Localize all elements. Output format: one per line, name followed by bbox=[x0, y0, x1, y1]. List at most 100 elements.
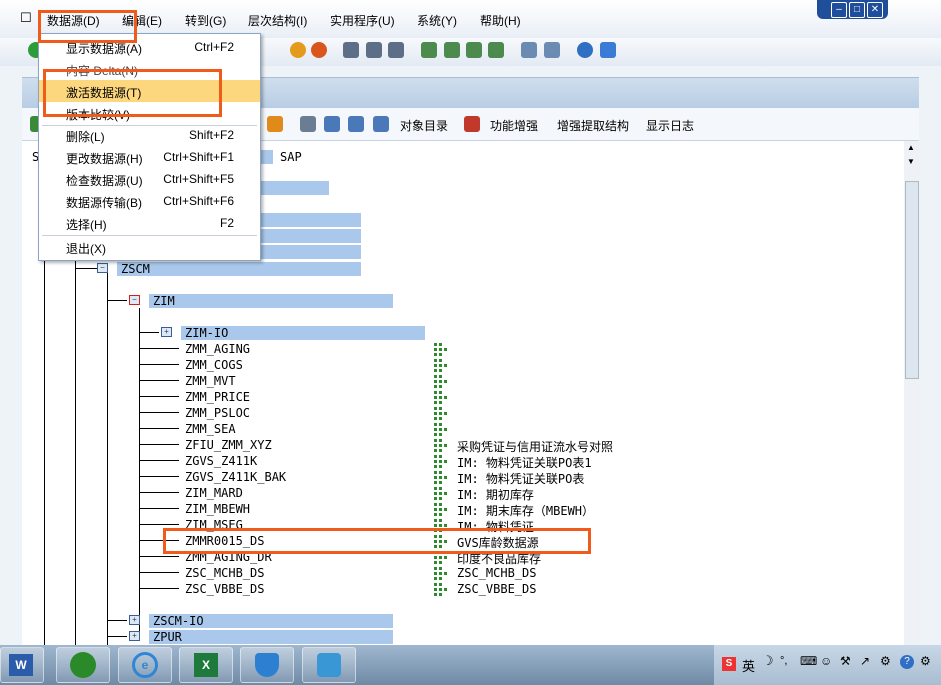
tree-node-zscm-io[interactable]: ZSCM-IO bbox=[153, 614, 204, 628]
sogou-icon[interactable]: S bbox=[722, 657, 736, 671]
tree-line bbox=[139, 308, 140, 636]
tree-leaf-name[interactable]: ZMM_PSLOC bbox=[185, 406, 250, 420]
tree-line bbox=[75, 246, 76, 646]
folder-closed-icon[interactable]: + bbox=[129, 631, 140, 641]
user-icon[interactable]: ☺ bbox=[820, 654, 832, 668]
tree-leaf-name[interactable]: ZMM_MVT bbox=[185, 374, 236, 388]
scroll-thumb[interactable] bbox=[905, 181, 919, 379]
prev-page-icon[interactable] bbox=[444, 42, 460, 58]
folder-closed-icon[interactable]: + bbox=[161, 327, 172, 337]
object-directory-button[interactable]: 对象目录 bbox=[400, 117, 448, 134]
shortcut-icon[interactable] bbox=[544, 42, 560, 58]
function-enhancement-button[interactable]: 功能增强 bbox=[490, 117, 538, 134]
security-shield-icon[interactable] bbox=[240, 647, 294, 683]
tree-leaf-name[interactable]: ZGVS_Z411K bbox=[185, 454, 257, 468]
new-session-icon[interactable] bbox=[521, 42, 537, 58]
tree-line bbox=[139, 396, 179, 397]
expand-icon[interactable] bbox=[267, 116, 283, 132]
first-page-icon[interactable] bbox=[421, 42, 437, 58]
tree-line bbox=[139, 348, 179, 349]
menu-item-transport-datasource[interactable]: 数据源传输(B) Ctrl+Shift+F6 bbox=[39, 190, 260, 212]
internet-explorer-icon[interactable]: e bbox=[118, 647, 172, 683]
tree-line bbox=[44, 246, 45, 646]
display-log-button[interactable]: 显示日志 bbox=[646, 117, 694, 134]
tree-node-zim[interactable]: ZIM bbox=[153, 294, 175, 308]
share-icon[interactable]: ↗ bbox=[860, 654, 870, 668]
tree-line bbox=[139, 364, 179, 365]
close-icon[interactable]: ✕ bbox=[867, 2, 883, 18]
datasource-status-icon bbox=[434, 407, 447, 420]
find-icon[interactable] bbox=[366, 42, 382, 58]
display-icon[interactable] bbox=[348, 116, 364, 132]
tree-leaf-name[interactable]: ZSC_VBBE_DS bbox=[185, 582, 264, 596]
word-icon[interactable]: W bbox=[0, 647, 44, 683]
enhancement-icon[interactable] bbox=[464, 116, 480, 132]
find-next-icon[interactable] bbox=[388, 42, 404, 58]
evernote-icon[interactable] bbox=[56, 647, 110, 683]
menu-system[interactable]: 系统(Y) bbox=[417, 12, 457, 29]
tree-leaf-name[interactable]: ZSC_MCHB_DS bbox=[185, 566, 264, 580]
maximize-icon[interactable]: □ bbox=[849, 2, 865, 18]
window-controls: – □ ✕ bbox=[817, 0, 888, 19]
tree-line bbox=[75, 268, 97, 269]
tree-line bbox=[139, 508, 179, 509]
menu-item-select[interactable]: 选择(H) F2 bbox=[39, 212, 260, 234]
enhance-extract-structure-button[interactable]: 增强提取结构 bbox=[557, 117, 629, 134]
settings-gear-icon[interactable]: ⚙ bbox=[880, 654, 891, 668]
tree-leaf-name[interactable]: ZIM_MARD bbox=[185, 486, 243, 500]
scroll-down-icon[interactable]: ▼ bbox=[907, 157, 915, 166]
transport-icon[interactable] bbox=[373, 116, 389, 132]
tree-line bbox=[139, 556, 179, 557]
scroll-up-icon[interactable]: ▲ bbox=[907, 143, 915, 152]
menu-item-exit[interactable]: 退出(X) bbox=[39, 236, 260, 258]
tree-leaf-name[interactable]: ZMM_COGS bbox=[185, 358, 243, 372]
help-icon[interactable] bbox=[577, 42, 593, 58]
next-page-icon[interactable] bbox=[466, 42, 482, 58]
edit-icon[interactable] bbox=[324, 116, 340, 132]
tree-leaf-name[interactable]: ZMM_SEA bbox=[185, 422, 236, 436]
tree-line bbox=[139, 476, 179, 477]
tree-leaf-name[interactable]: ZMM_AGING bbox=[185, 342, 250, 356]
settings-icon[interactable] bbox=[300, 116, 316, 132]
punctuation-icon[interactable]: °, bbox=[780, 655, 787, 667]
folder-closed-icon[interactable]: + bbox=[129, 615, 140, 625]
back-icon[interactable] bbox=[290, 42, 306, 58]
tree-root-label[interactable]: SAP bbox=[280, 150, 302, 164]
sap-logon-icon[interactable] bbox=[302, 647, 356, 683]
print-icon[interactable] bbox=[343, 42, 359, 58]
tree-leaf-name[interactable]: ZGVS_Z411K_BAK bbox=[185, 470, 286, 484]
menu-utilities[interactable]: 实用程序(U) bbox=[330, 12, 395, 29]
options-icon[interactable]: ⚙ bbox=[920, 654, 931, 668]
vertical-scrollbar[interactable]: ▲ ▼ bbox=[904, 141, 919, 646]
last-page-icon[interactable] bbox=[488, 42, 504, 58]
tree-node-zpur[interactable]: ZPUR bbox=[153, 630, 182, 644]
system-menu-icon[interactable]: ☐ bbox=[20, 10, 32, 26]
help-icon[interactable]: ? bbox=[900, 655, 914, 669]
datasource-dropdown-menu: 显示数据源(A) Ctrl+F2 内容 Delta(N) 激活数据源(T) 版本… bbox=[38, 33, 261, 261]
tree-node-zscm[interactable]: ZSCM bbox=[121, 262, 150, 276]
moon-icon[interactable]: ☽ bbox=[762, 653, 774, 669]
excel-icon[interactable]: X bbox=[179, 647, 233, 683]
zpur-highlight bbox=[149, 630, 393, 644]
tree-node-highlight bbox=[256, 229, 361, 243]
folder-open-icon[interactable]: − bbox=[129, 295, 140, 305]
keyboard-icon[interactable]: ⌨ bbox=[800, 654, 817, 668]
menu-item-check-datasource[interactable]: 检查数据源(U) Ctrl+Shift+F5 bbox=[39, 168, 260, 190]
cancel-icon[interactable] bbox=[311, 42, 327, 58]
tree-leaf-name[interactable]: ZFIU_ZMM_XYZ bbox=[185, 438, 272, 452]
ime-language-label[interactable]: 英 bbox=[742, 656, 755, 675]
wrench-icon[interactable]: ⚒ bbox=[840, 654, 851, 668]
folder-open-icon[interactable]: − bbox=[97, 263, 108, 273]
datasource-status-icon bbox=[434, 455, 447, 468]
minimize-icon[interactable]: – bbox=[831, 2, 847, 18]
tree-leaf-name[interactable]: ZIM_MBEWH bbox=[185, 502, 250, 516]
tree-leaf-name[interactable]: ZMM_PRICE bbox=[185, 390, 250, 404]
menu-item-delete[interactable]: 删除(L) Shift+F2 bbox=[39, 124, 260, 146]
system-tray: S 英 ☽ °, ⌨ ☺ ⚒ ↗ ⚙ ? ⚙ bbox=[714, 645, 941, 685]
menu-help[interactable]: 帮助(H) bbox=[480, 12, 521, 29]
tree-node-zim-io[interactable]: ZIM-IO bbox=[185, 326, 228, 340]
menu-hierarchy[interactable]: 层次结构(I) bbox=[248, 12, 307, 29]
menu-item-change-datasource[interactable]: 更改数据源(H) Ctrl+Shift+F1 bbox=[39, 146, 260, 168]
layout-icon[interactable] bbox=[600, 42, 616, 58]
menu-goto[interactable]: 转到(G) bbox=[185, 12, 226, 29]
